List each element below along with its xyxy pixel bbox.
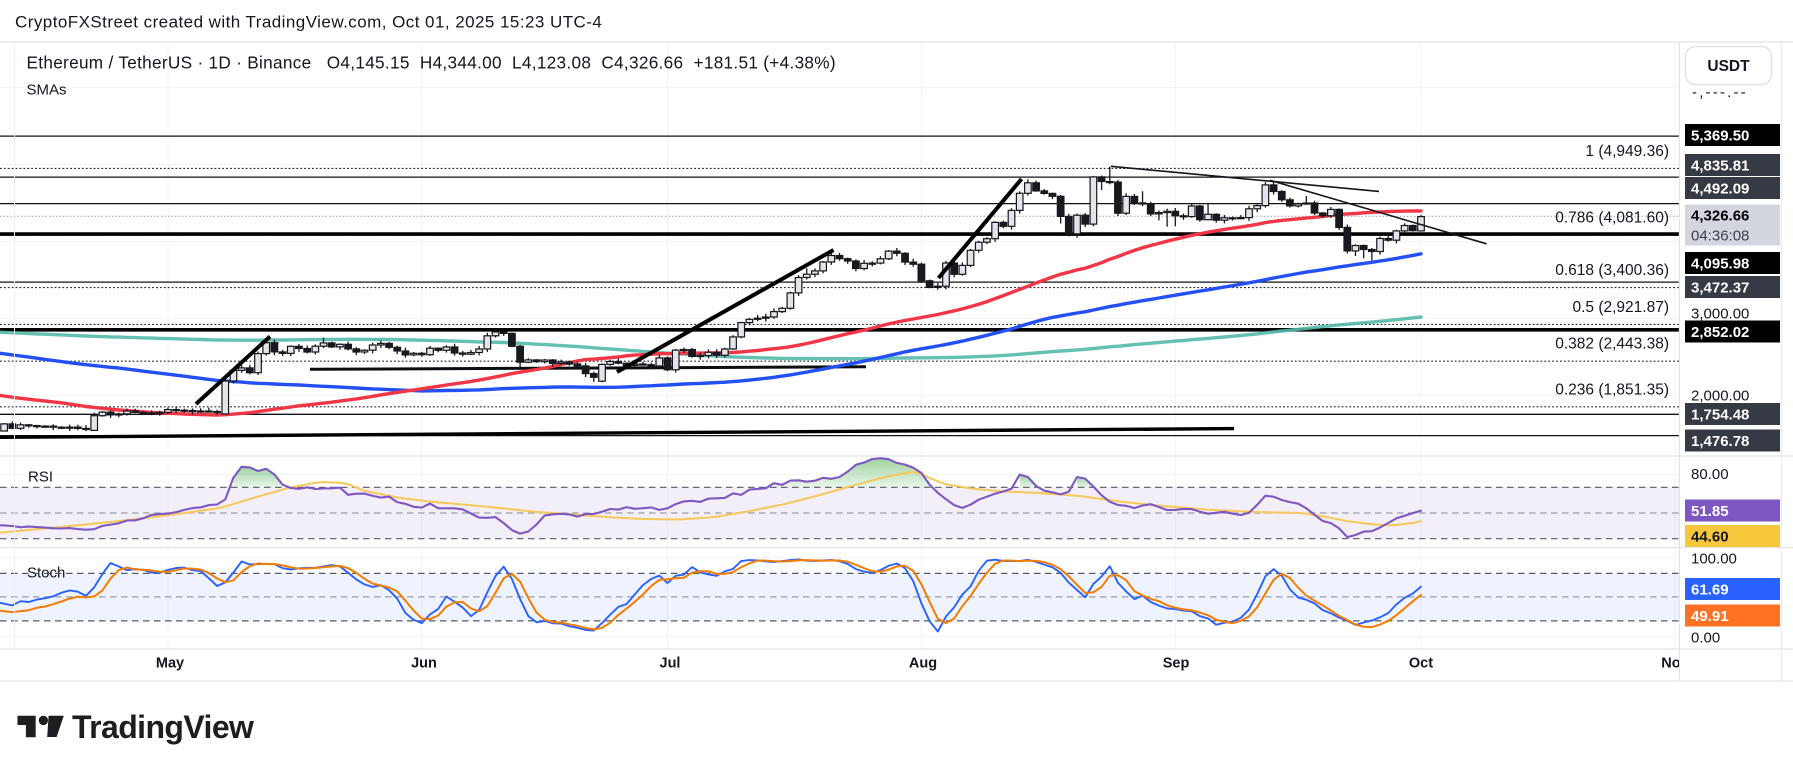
- svg-text:0.236 (1,851.35): 0.236 (1,851.35): [1555, 381, 1669, 398]
- svg-text:CryptoFXStreet created with Tr: CryptoFXStreet created with TradingView.…: [15, 13, 602, 32]
- svg-text:0.00: 0.00: [1691, 630, 1720, 647]
- svg-text:-,---.--: -,---.--: [1692, 84, 1748, 101]
- svg-text:Ethereum / TetherUS · 1D · Bin: Ethereum / TetherUS · 1D · Binance O4,14…: [27, 53, 836, 73]
- svg-text:80.00: 80.00: [1691, 466, 1729, 483]
- svg-text:3,000.00: 3,000.00: [1691, 306, 1749, 323]
- svg-text:5,369.50: 5,369.50: [1691, 128, 1749, 145]
- svg-text:44.60: 44.60: [1691, 529, 1729, 546]
- svg-text:May: May: [156, 656, 184, 672]
- svg-text:61.69: 61.69: [1691, 582, 1729, 599]
- svg-text:100.00: 100.00: [1691, 551, 1737, 568]
- svg-text:1,476.78: 1,476.78: [1691, 433, 1749, 450]
- svg-text:2,852.02: 2,852.02: [1691, 324, 1749, 341]
- svg-text:1 (4,949.36): 1 (4,949.36): [1585, 143, 1669, 160]
- svg-text:49.91: 49.91: [1691, 608, 1729, 625]
- svg-text:4,492.09: 4,492.09: [1691, 181, 1749, 198]
- svg-text:0.382 (2,443.38): 0.382 (2,443.38): [1555, 336, 1669, 353]
- svg-text:0.786 (4,081.60): 0.786 (4,081.60): [1555, 210, 1669, 227]
- svg-text:Aug: Aug: [909, 656, 937, 672]
- svg-text:Sep: Sep: [1163, 656, 1190, 672]
- svg-text:4,095.98: 4,095.98: [1691, 256, 1749, 273]
- svg-text:Oct: Oct: [1409, 656, 1433, 672]
- svg-text:RSI: RSI: [28, 469, 53, 486]
- svg-text:04:36:08: 04:36:08: [1691, 228, 1749, 245]
- svg-text:1,754.48: 1,754.48: [1691, 407, 1749, 424]
- svg-text:Jul: Jul: [660, 656, 681, 672]
- svg-text:USDT: USDT: [1707, 58, 1750, 75]
- svg-text:4,326.66: 4,326.66: [1691, 208, 1749, 225]
- svg-text:SMAs: SMAs: [27, 82, 67, 99]
- svg-text:51.85: 51.85: [1691, 503, 1729, 520]
- svg-text:0.5 (2,921.87): 0.5 (2,921.87): [1572, 299, 1669, 316]
- svg-text:TradingView: TradingView: [72, 709, 254, 745]
- svg-text:4,835.81: 4,835.81: [1691, 158, 1749, 175]
- svg-text:2,000.00: 2,000.00: [1691, 388, 1749, 405]
- svg-text:Jun: Jun: [411, 656, 437, 672]
- svg-text:0.618 (3,400.36): 0.618 (3,400.36): [1555, 262, 1669, 279]
- svg-text:3,472.37: 3,472.37: [1691, 280, 1749, 297]
